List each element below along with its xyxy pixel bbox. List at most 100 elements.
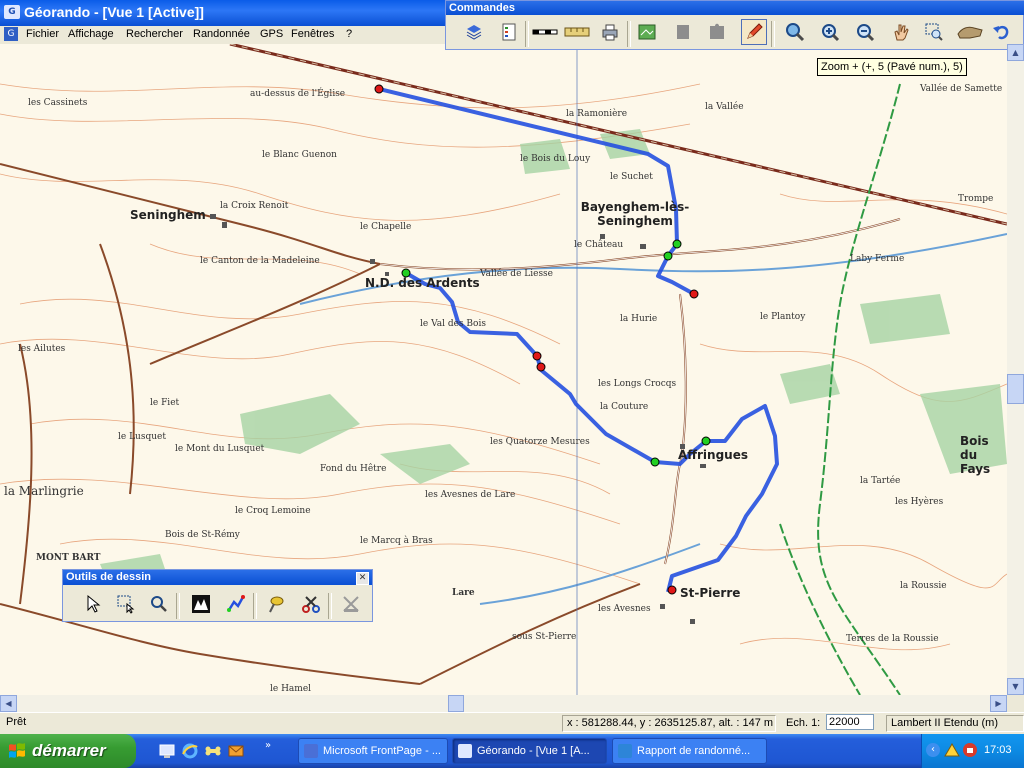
- map-label: N.D. des Ardents: [365, 276, 480, 290]
- pencil-icon[interactable]: [741, 19, 767, 45]
- map-label: Bois de St-Rémy: [165, 530, 240, 540]
- map-label: Vallée de Samette: [920, 84, 1003, 94]
- drawing-tools-toolbar: Outils de dessin ✕: [62, 569, 373, 622]
- erase-icon[interactable]: [338, 591, 364, 617]
- scale-bar-icon[interactable]: [530, 19, 560, 45]
- map-label: le Fiet: [150, 398, 180, 408]
- task-rapport[interactable]: Rapport de randonné...: [612, 738, 767, 764]
- vertical-scroll-thumb[interactable]: [1007, 374, 1024, 404]
- status-ready: Prêt: [6, 716, 27, 728]
- shape-icon[interactable]: [670, 19, 696, 45]
- legend-icon[interactable]: [496, 19, 522, 45]
- toolbar-separator: [525, 21, 529, 47]
- projection-readout: Lambert II Etendu (m): [886, 715, 1024, 732]
- scroll-left-icon[interactable]: ◀: [0, 695, 17, 712]
- horizontal-scrollbar[interactable]: ◀ ▶: [0, 695, 1007, 712]
- scroll-right-icon[interactable]: ▶: [990, 695, 1007, 712]
- task-label: Rapport de randonné...: [637, 745, 751, 757]
- map-label: Trompe: [958, 194, 994, 204]
- map-label: la Croix Renoit: [220, 201, 289, 211]
- zoom-in-icon[interactable]: [817, 19, 843, 45]
- menu-rechercher[interactable]: Rechercher: [126, 28, 183, 40]
- windows-logo-icon: [9, 743, 25, 758]
- bone-icon[interactable]: [204, 742, 222, 760]
- menu-affichage[interactable]: Affichage: [68, 28, 114, 40]
- chevron-right-icon[interactable]: »: [265, 740, 271, 751]
- zoom-window-icon[interactable]: [921, 19, 947, 45]
- map-label: Bois du Fays: [960, 434, 991, 476]
- scroll-down-icon[interactable]: ▼: [1007, 678, 1024, 695]
- puzzle-icon[interactable]: [704, 19, 730, 45]
- map-export-icon[interactable]: [634, 19, 660, 45]
- magnifier-icon[interactable]: [782, 19, 808, 45]
- task-georando[interactable]: Géorando - [Vue 1 [A...: [452, 738, 607, 764]
- map-label: la Tartée: [860, 476, 901, 486]
- map-label: le Lusquet: [118, 432, 166, 442]
- system-tray: ‹ 17:03: [921, 734, 1024, 768]
- security-icon[interactable]: [962, 742, 978, 758]
- print-icon[interactable]: [597, 19, 623, 45]
- map-label: le Chapelle: [360, 222, 412, 232]
- map-label: le Marcq à Bras: [360, 536, 433, 546]
- menu-help[interactable]: ?: [346, 28, 352, 40]
- map-label: les Avesnes de Lare: [425, 490, 516, 500]
- map-label: le Val des Bois: [420, 319, 486, 329]
- undo-icon[interactable]: [988, 19, 1014, 45]
- document-window-icon[interactable]: G: [4, 27, 18, 41]
- zoom-out-icon[interactable]: [852, 19, 878, 45]
- start-button[interactable]: démarrer: [0, 734, 136, 768]
- map-label: les Longs Crocqs: [598, 379, 677, 389]
- pointer-icon[interactable]: [80, 591, 106, 617]
- vertical-scrollbar[interactable]: ▲ ▼: [1007, 44, 1024, 695]
- map-label: Lare: [452, 588, 475, 598]
- window-title: Géorando - [Vue 1 [Active]]: [24, 4, 204, 20]
- zoom-tooltip: Zoom + (+, 5 (Pavé num.), 5): [817, 58, 967, 76]
- select-zoom-icon[interactable]: [146, 591, 172, 617]
- map-label: la Roussie: [900, 581, 947, 591]
- task-label: Géorando - [Vue 1 [A...: [477, 745, 590, 757]
- toolbar-separator: [328, 593, 332, 619]
- hand-icon[interactable]: [888, 19, 914, 45]
- map-label: Affringues: [678, 448, 748, 462]
- map-label: la Marlingrie: [4, 484, 84, 498]
- frontpage-icon: [304, 744, 318, 758]
- ie-icon[interactable]: [181, 742, 199, 760]
- map-label: les Avesnes: [598, 604, 651, 614]
- commands-toolbar-title[interactable]: Commandes: [446, 1, 1024, 15]
- scale-input[interactable]: [826, 714, 874, 730]
- task-label: Microsoft FrontPage - ...: [323, 745, 441, 757]
- map-label: Laby Ferme: [850, 254, 905, 264]
- map-label: Terres de la Roussie: [846, 634, 939, 644]
- map-label: les Ailutes: [18, 344, 66, 354]
- cut-icon[interactable]: [298, 591, 324, 617]
- pan-icon[interactable]: [955, 19, 985, 45]
- chevron-left-icon[interactable]: ‹: [926, 743, 940, 757]
- desktop-icon[interactable]: [158, 742, 176, 760]
- map-label: sous St-Pierre: [512, 632, 577, 642]
- mail-icon[interactable]: [227, 742, 245, 760]
- scroll-corner: [1007, 695, 1024, 712]
- map-label: St-Pierre: [680, 586, 741, 600]
- menu-fichier[interactable]: Fichier: [26, 28, 59, 40]
- ruler-icon[interactable]: [562, 19, 592, 45]
- select-rectangle-icon[interactable]: [113, 591, 139, 617]
- menu-gps[interactable]: GPS: [260, 28, 283, 40]
- map-label: Bayenghem-lès-Seninghem: [580, 200, 690, 228]
- menu-fenetres[interactable]: Fenêtres: [291, 28, 334, 40]
- menu-randonnee[interactable]: Randonnée: [193, 28, 250, 40]
- route-icon[interactable]: [223, 591, 249, 617]
- close-icon[interactable]: ✕: [356, 572, 369, 585]
- toolbar-separator: [627, 21, 631, 47]
- terrain-icon[interactable]: [188, 591, 214, 617]
- map-label: Vallée de Liesse: [480, 269, 554, 279]
- drawing-tools-title[interactable]: Outils de dessin: [63, 570, 372, 585]
- task-frontpage[interactable]: Microsoft FrontPage - ...: [298, 738, 448, 764]
- network-warning-icon[interactable]: [944, 742, 960, 758]
- map-label: le Château: [574, 240, 624, 250]
- toolbar-separator: [771, 21, 775, 47]
- georando-icon: G: [4, 5, 20, 19]
- scroll-up-icon[interactable]: ▲: [1007, 44, 1024, 61]
- pin-icon[interactable]: [263, 591, 289, 617]
- horizontal-scroll-thumb[interactable]: [448, 695, 464, 712]
- layers-icon[interactable]: [461, 19, 487, 45]
